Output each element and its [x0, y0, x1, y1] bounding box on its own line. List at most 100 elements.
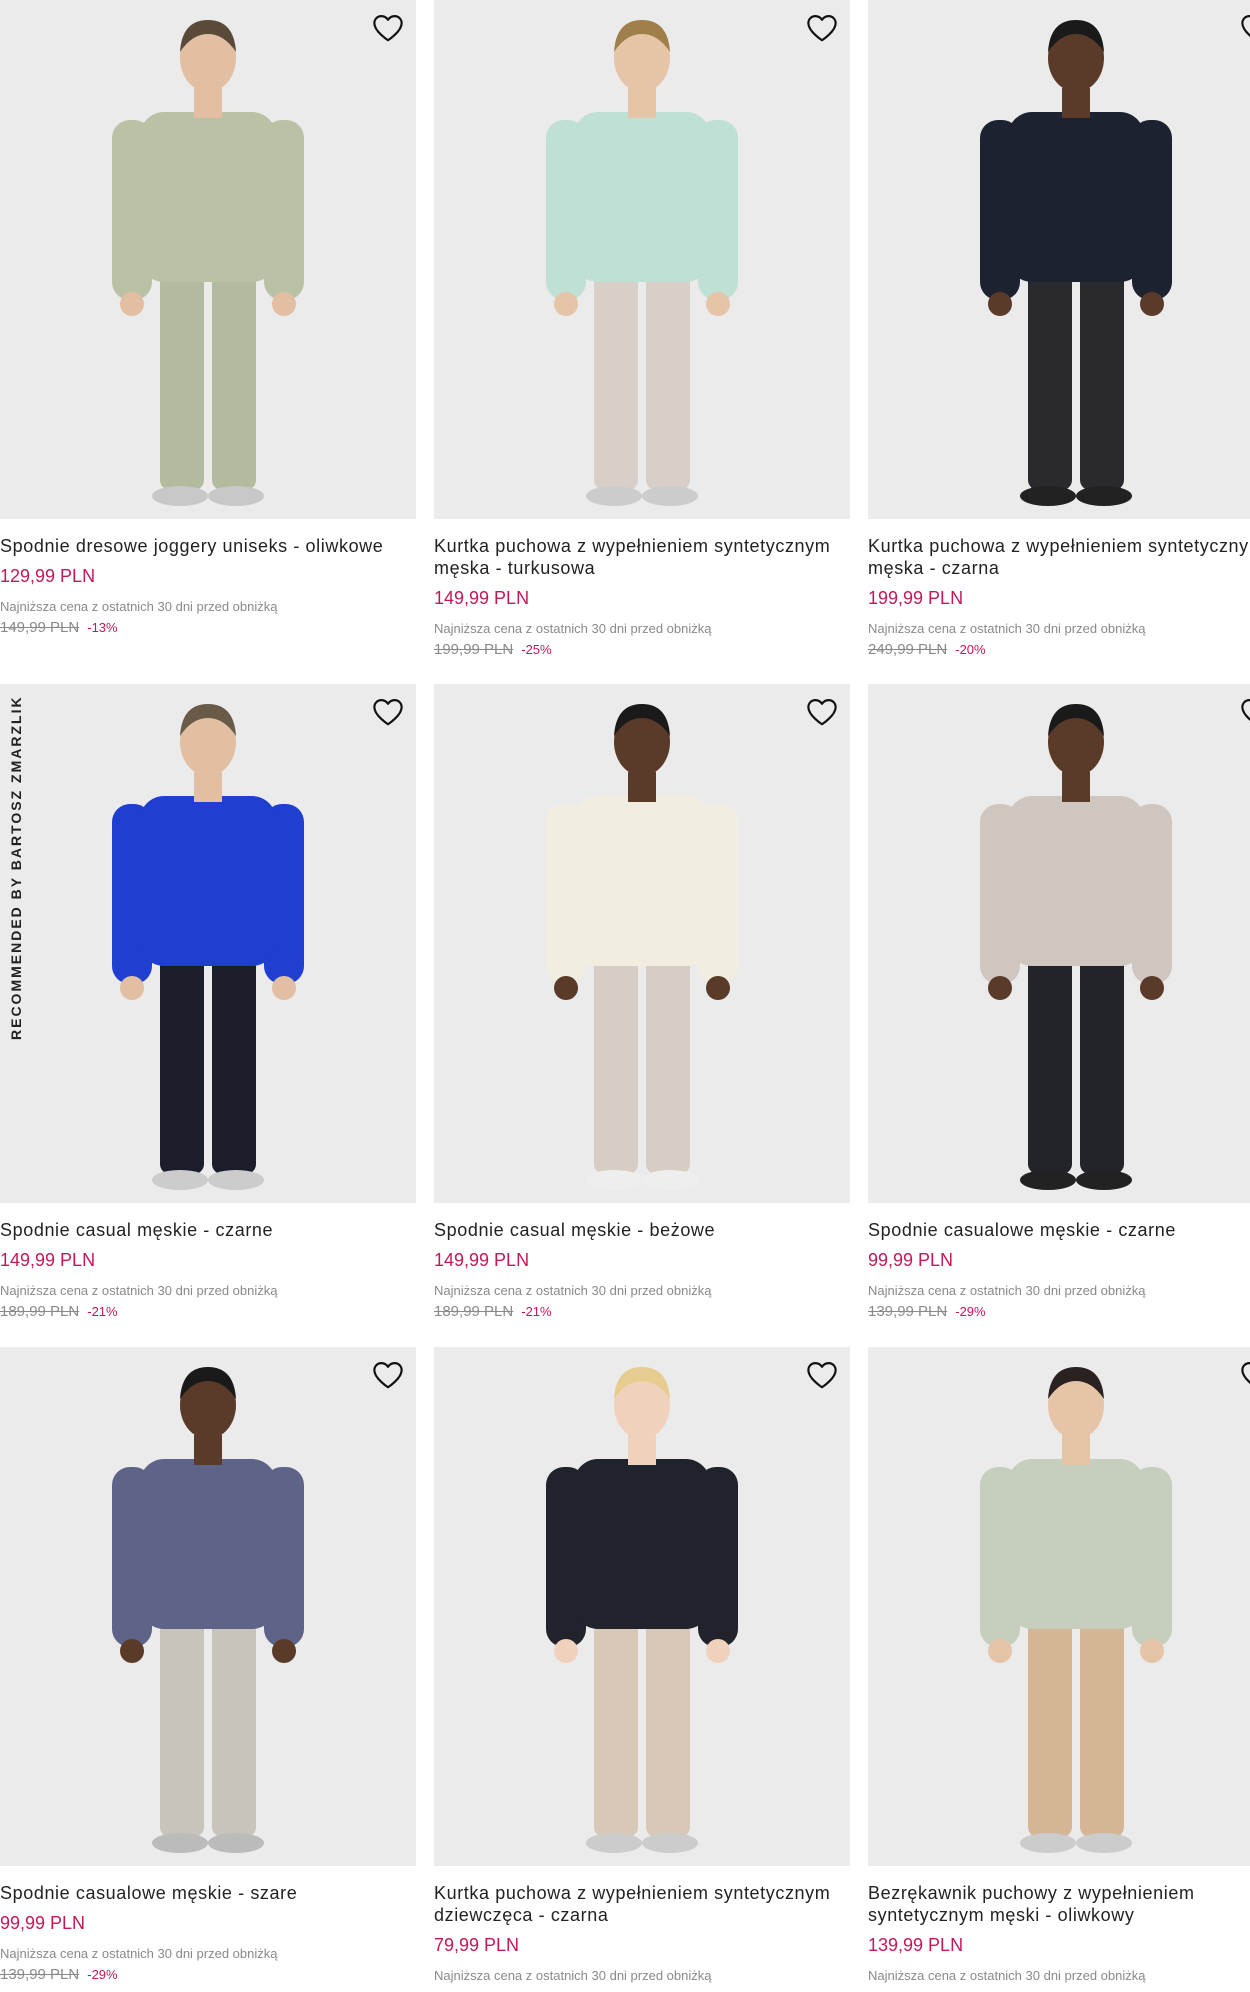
product-title[interactable]: Spodnie casual męskie - czarne	[0, 1219, 416, 1241]
heart-icon	[1241, 699, 1250, 722]
model-figure	[980, 704, 1172, 1190]
heart-icon	[373, 699, 403, 726]
left-hand	[988, 1639, 1012, 1663]
left-leg	[594, 944, 638, 1174]
left-shoe	[152, 1833, 208, 1853]
left-shoe	[1020, 1833, 1076, 1853]
old-price: 189,99 PLN	[0, 1303, 80, 1320]
neck	[1062, 88, 1090, 118]
wishlist-button[interactable]	[370, 1357, 406, 1393]
wishlist-button[interactable]	[1238, 694, 1250, 730]
old-price-row: 189,99 PLN -21%	[434, 1303, 850, 1321]
right-hand	[706, 976, 730, 1000]
product-card[interactable]: Kurtka puchowa z wypełnieniem syntetyczn…	[868, 0, 1250, 659]
product-price: 149,99 PLN	[434, 588, 530, 608]
wishlist-button[interactable]	[1238, 1357, 1250, 1393]
left-hand	[554, 292, 578, 316]
right-leg	[1080, 260, 1124, 490]
left-leg	[1028, 944, 1072, 1174]
product-card[interactable]: Spodnie casual męskie - czarne 149,99 PL…	[0, 684, 416, 1321]
lowest-price-note: Najniższa cena z ostatnich 30 dni przed …	[0, 1283, 278, 1298]
lowest-price-note: Najniższa cena z ostatnich 30 dni przed …	[868, 1283, 1146, 1298]
heart-outline	[1241, 1362, 1250, 1385]
product-title[interactable]: Spodnie casual męskie - beżowe	[434, 1219, 850, 1241]
product-price: 149,99 PLN	[434, 1250, 530, 1270]
right-leg	[212, 260, 256, 490]
old-price-row: 189,99 PLN -21%	[0, 1303, 416, 1321]
product-card[interactable]: Spodnie casualowe męskie - czarne 99,99 …	[868, 684, 1250, 1321]
left-leg	[594, 260, 638, 490]
old-price-row: 249,99 PLN -20%	[868, 641, 1250, 659]
discount-badge: -21%	[521, 1304, 552, 1319]
product-image[interactable]	[868, 1347, 1250, 1866]
product-price: 99,99 PLN	[0, 1913, 86, 1933]
old-price: 189,99 PLN	[434, 1303, 514, 1320]
model-figure	[112, 1367, 304, 1853]
product-price: 79,99 PLN	[434, 1935, 520, 1955]
model-figure	[546, 20, 738, 506]
heart-outline	[373, 1362, 403, 1389]
heart-outline	[373, 699, 403, 726]
recommended-text: RECOMMENDED BY BARTOSZ ZMARZLIK	[8, 695, 24, 1040]
right-hand	[272, 1639, 296, 1663]
wishlist-button[interactable]	[804, 10, 840, 46]
model-figure	[980, 1367, 1172, 1853]
model-figure	[112, 20, 304, 506]
product-image[interactable]	[434, 684, 850, 1203]
left-hand	[120, 976, 144, 1000]
product-card[interactable]: Kurtka puchowa z wypełnieniem syntetyczn…	[434, 0, 850, 659]
old-price: 199,99 PLN	[434, 641, 514, 658]
discount-badge: -25%	[521, 642, 552, 657]
left-shoe	[152, 486, 208, 506]
neck	[194, 88, 222, 118]
left-shoe	[1020, 1170, 1076, 1190]
heart-outline	[1241, 15, 1250, 38]
product-title[interactable]: Kurtka puchowa z wypełnieniem syntetyczn…	[868, 535, 1250, 579]
left-shoe	[586, 486, 642, 506]
product-title[interactable]: Spodnie casualowe męskie - szare	[0, 1882, 416, 1904]
product-title[interactable]: Kurtka puchowa z wypełnieniem syntetyczn…	[434, 535, 850, 579]
heart-outline	[1241, 699, 1250, 722]
right-leg	[1080, 1607, 1124, 1837]
product-title[interactable]: Bezrękawnik puchowy z wypełnieniem synte…	[868, 1882, 1250, 1926]
wishlist-button[interactable]	[804, 694, 840, 730]
product-image[interactable]	[434, 1347, 850, 1866]
right-hand	[1140, 1639, 1164, 1663]
torso	[1008, 796, 1144, 966]
neck	[194, 772, 222, 802]
right-shoe	[642, 1170, 698, 1190]
heart-icon	[807, 699, 837, 726]
product-title[interactable]: Spodnie casualowe męskie - czarne	[868, 1219, 1250, 1241]
product-image[interactable]	[0, 0, 416, 519]
heart-icon	[373, 15, 403, 42]
product-card[interactable]: Spodnie dresowe joggery uniseks - oliwko…	[0, 0, 416, 637]
left-leg	[160, 944, 204, 1174]
right-leg	[212, 944, 256, 1174]
product-image[interactable]	[868, 0, 1250, 519]
product-image[interactable]	[434, 0, 850, 519]
heart-icon	[1241, 15, 1250, 38]
wishlist-button[interactable]	[370, 694, 406, 730]
wishlist-button[interactable]	[370, 10, 406, 46]
product-card[interactable]: Spodnie casual męskie - beżowe 149,99 PL…	[434, 684, 850, 1321]
old-price: 139,99 PLN	[868, 1303, 948, 1320]
product-card[interactable]: Spodnie casualowe męskie - szare 99,99 P…	[0, 1347, 416, 1984]
wishlist-button[interactable]	[804, 1357, 840, 1393]
product-card[interactable]: Bezrękawnik puchowy z wypełnieniem synte…	[868, 1347, 1250, 1984]
product-image[interactable]	[868, 684, 1250, 1203]
wishlist-button[interactable]	[1238, 10, 1250, 46]
product-image[interactable]	[0, 1347, 416, 1866]
discount-badge: -21%	[87, 1304, 118, 1319]
product-title[interactable]: Spodnie dresowe joggery uniseks - oliwko…	[0, 535, 416, 557]
product-image[interactable]	[0, 684, 416, 1203]
product-price: 139,99 PLN	[868, 1935, 964, 1955]
torso	[574, 796, 710, 966]
recommended-side-label: RECOMMENDED BY BARTOSZ ZMARZLIK	[8, 690, 24, 1040]
left-hand	[554, 1639, 578, 1663]
neck	[194, 1435, 222, 1465]
right-hand	[706, 1639, 730, 1663]
product-card[interactable]: Kurtka puchowa z wypełnieniem syntetyczn…	[434, 1347, 850, 1984]
product-price: 99,99 PLN	[868, 1250, 954, 1270]
torso	[1008, 1459, 1144, 1629]
product-title[interactable]: Kurtka puchowa z wypełnieniem syntetyczn…	[434, 1882, 850, 1926]
